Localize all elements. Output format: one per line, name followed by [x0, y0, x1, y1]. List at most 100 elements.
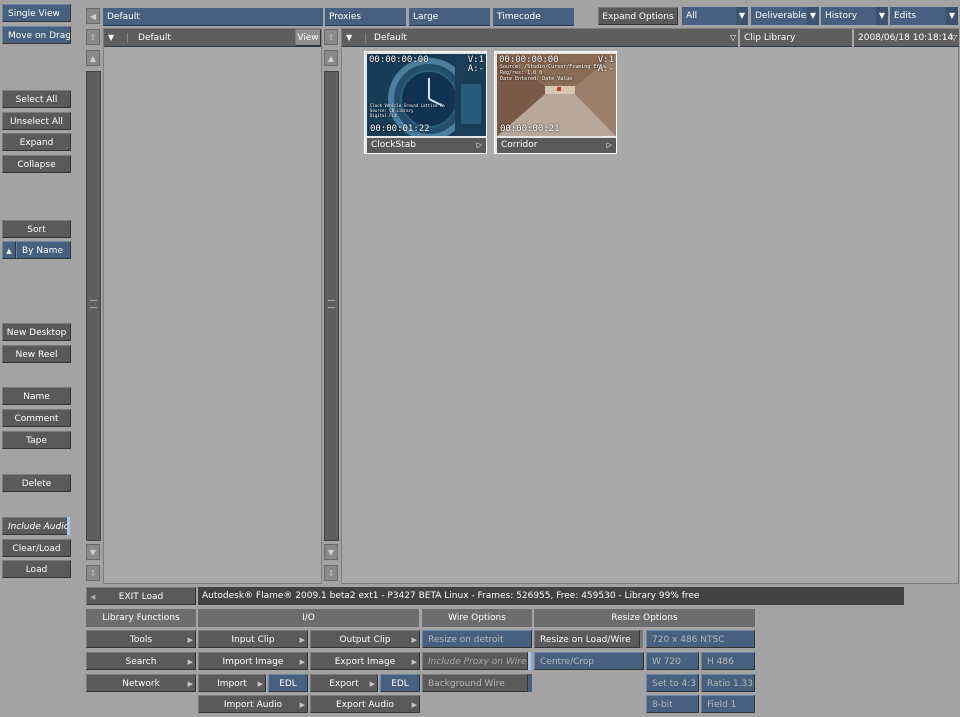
chevron-down-icon: ▼ — [807, 7, 819, 25]
scroll-down-icon[interactable]: ▼ — [324, 544, 338, 560]
include-audio-toggle[interactable]: Include Audio — [2, 517, 68, 535]
chevron-down-icon: ▼ — [946, 7, 958, 25]
proxies-button[interactable]: Proxies — [325, 8, 406, 26]
import-button[interactable]: Import ▶ — [198, 674, 266, 692]
select-all-button[interactable]: Select All — [2, 90, 71, 108]
export-audio-button[interactable]: Export Audio ▶ — [310, 695, 420, 713]
centre-crop-dropdown[interactable]: Centre/Crop — [534, 652, 644, 670]
large-button[interactable]: Large — [409, 8, 490, 26]
export-label: Export — [329, 679, 359, 689]
scroll-up-icon[interactable]: ▲ — [324, 50, 338, 66]
expand-options-button[interactable]: Expand Options — [598, 7, 678, 25]
export-edl-button[interactable]: EDL — [380, 674, 420, 692]
deliverables-dropdown[interactable]: Deliverables ▼ — [751, 7, 819, 25]
filter-all-dropdown[interactable]: All ▼ — [682, 7, 748, 25]
collapse-triangle-icon[interactable]: ▼ — [346, 33, 352, 42]
export-button[interactable]: Export ▶ — [310, 674, 378, 692]
play-icon[interactable]: ▷ — [607, 138, 612, 153]
search-button[interactable]: Search ▶ — [86, 652, 196, 670]
resize-on-detroit-toggle[interactable]: Resize on detroit — [422, 630, 532, 648]
import-edl-button[interactable]: EDL — [268, 674, 308, 692]
input-clip-button[interactable]: Input Clip ▶ — [198, 630, 308, 648]
comment-button[interactable]: Comment — [2, 409, 71, 427]
import-image-button[interactable]: Import Image ▶ — [198, 652, 308, 670]
deliverables-label: Deliverables — [755, 11, 811, 21]
ratio-field[interactable]: Ratio 1.333 — [701, 674, 755, 692]
clip-name-label[interactable]: ClockStab ▷ — [367, 138, 486, 153]
set-to-4-3-button[interactable]: Set to 4:3 — [646, 674, 699, 692]
scroll-top-icon[interactable]: ⇧ — [324, 29, 338, 45]
field-dropdown[interactable]: Field 1 — [701, 695, 755, 713]
move-on-drag-button[interactable]: Move on Drag — [2, 26, 71, 44]
chevron-right-icon: ▶ — [411, 658, 417, 666]
scroll-bottom-icon[interactable]: ⇩ — [86, 565, 100, 581]
chevron-down-icon[interactable]: ▽ — [951, 29, 957, 46]
play-icon[interactable]: ▷ — [477, 138, 482, 153]
height-field[interactable]: H 486 — [701, 652, 755, 670]
width-field[interactable]: W 720 — [646, 652, 699, 670]
bit-depth-dropdown[interactable]: 8-bit — [646, 695, 699, 713]
tree-panel[interactable] — [103, 28, 322, 584]
clip-thumbnail-clockstab[interactable]: 00:00:00:00 V:1 A:- Clock Vehicle Ground… — [364, 51, 487, 154]
name-button[interactable]: Name — [2, 387, 71, 405]
timecode-button[interactable]: Timecode — [493, 8, 574, 26]
scroll-up-icon[interactable]: ▲ — [86, 50, 100, 66]
tape-button[interactable]: Tape — [2, 431, 71, 449]
clip-panel-title: Default — [365, 33, 407, 43]
include-proxy-indicator — [528, 652, 531, 670]
sort-button[interactable]: Sort — [2, 220, 71, 238]
resolution-dropdown[interactable]: 720 x 486 NTSC — [646, 630, 755, 648]
clip-name-label[interactable]: Corridor ▷ — [497, 138, 616, 153]
clip-tc-end: 00:00:00:21 — [500, 124, 560, 134]
clip-overlay-line: Digital Fid — [370, 113, 397, 118]
sort-by-name-dropdown[interactable]: By Name — [16, 241, 71, 259]
collapse-triangle-icon[interactable]: ▼ — [108, 33, 114, 42]
clip-overlay: Source: /Studio/Cursor/Framing Effx Reg/… — [500, 64, 605, 82]
scroll-top-icon[interactable]: ⇧ — [86, 29, 100, 45]
library-name-field[interactable]: Default — [103, 8, 323, 26]
expand-button[interactable]: Expand — [2, 133, 71, 151]
output-clip-button[interactable]: Output Clip ▶ — [310, 630, 420, 648]
tools-button[interactable]: Tools ▶ — [86, 630, 196, 648]
resize-on-load-wire-toggle[interactable]: Resize on Load/Wire — [534, 630, 640, 648]
new-desktop-button[interactable]: New Desktop — [2, 323, 71, 341]
library-functions-header: Library Functions — [86, 609, 196, 627]
scroll-grip-icon — [328, 300, 335, 308]
view-button[interactable]: View — [295, 29, 321, 46]
import-audio-label: Import Audio — [223, 700, 283, 710]
clip-overlay-line: Date Entered: Date Value — [500, 76, 573, 82]
clip-overlay: Clock Vehicle Ground Lattice Fo Source: … — [370, 103, 445, 118]
scroll-bottom-icon[interactable]: ⇩ — [324, 565, 338, 581]
delete-button[interactable]: Delete — [2, 474, 71, 492]
background-wire-toggle[interactable]: Background Wire — [422, 674, 528, 692]
export-image-button[interactable]: Export Image ▶ — [310, 652, 420, 670]
network-button[interactable]: Network ▶ — [86, 674, 196, 692]
load-button[interactable]: Load — [2, 560, 71, 578]
tools-label: Tools — [129, 635, 153, 645]
history-dropdown[interactable]: History ▼ — [821, 7, 888, 25]
new-reel-button[interactable]: New Reel — [2, 345, 71, 363]
clip-name: ClockStab — [371, 140, 416, 150]
clip-thumbnail-corridor[interactable]: 00:00:00:00 V:1 A:- Source: /Studio/Curs… — [494, 51, 617, 154]
scroll-down-icon[interactable]: ▼ — [86, 544, 100, 560]
status-message: Autodesk® Flame® 2009.1 beta2 ext1 - P34… — [202, 591, 700, 601]
unselect-all-button[interactable]: Unselect All — [2, 112, 71, 130]
resize-on-load-indicator — [640, 630, 643, 648]
clear-load-button[interactable]: Clear/Load — [2, 539, 71, 557]
chevron-right-icon: ▶ — [411, 701, 417, 709]
edits-dropdown[interactable]: Edits ▼ — [890, 7, 958, 25]
tree-scrollbar[interactable] — [86, 71, 101, 541]
import-label: Import — [217, 679, 247, 689]
input-clip-label: Input Clip — [231, 635, 275, 645]
clip-scrollbar[interactable] — [324, 71, 339, 541]
collapse-button[interactable]: Collapse — [2, 155, 71, 173]
clip-audio: A:- — [467, 64, 484, 74]
sort-direction-icon[interactable]: ▲ — [2, 241, 16, 259]
exit-load-button[interactable]: ◀ EXIT Load — [86, 587, 196, 605]
chevron-down-icon[interactable]: ▽ — [730, 29, 736, 46]
include-proxy-on-wire-toggle[interactable]: Include Proxy on Wire — [422, 652, 528, 670]
chevron-down-icon: ▼ — [736, 7, 748, 25]
nav-left-icon[interactable]: ◀ — [86, 8, 100, 24]
import-audio-button[interactable]: Import Audio ▶ — [198, 695, 308, 713]
single-view-button[interactable]: Single View — [2, 4, 71, 22]
